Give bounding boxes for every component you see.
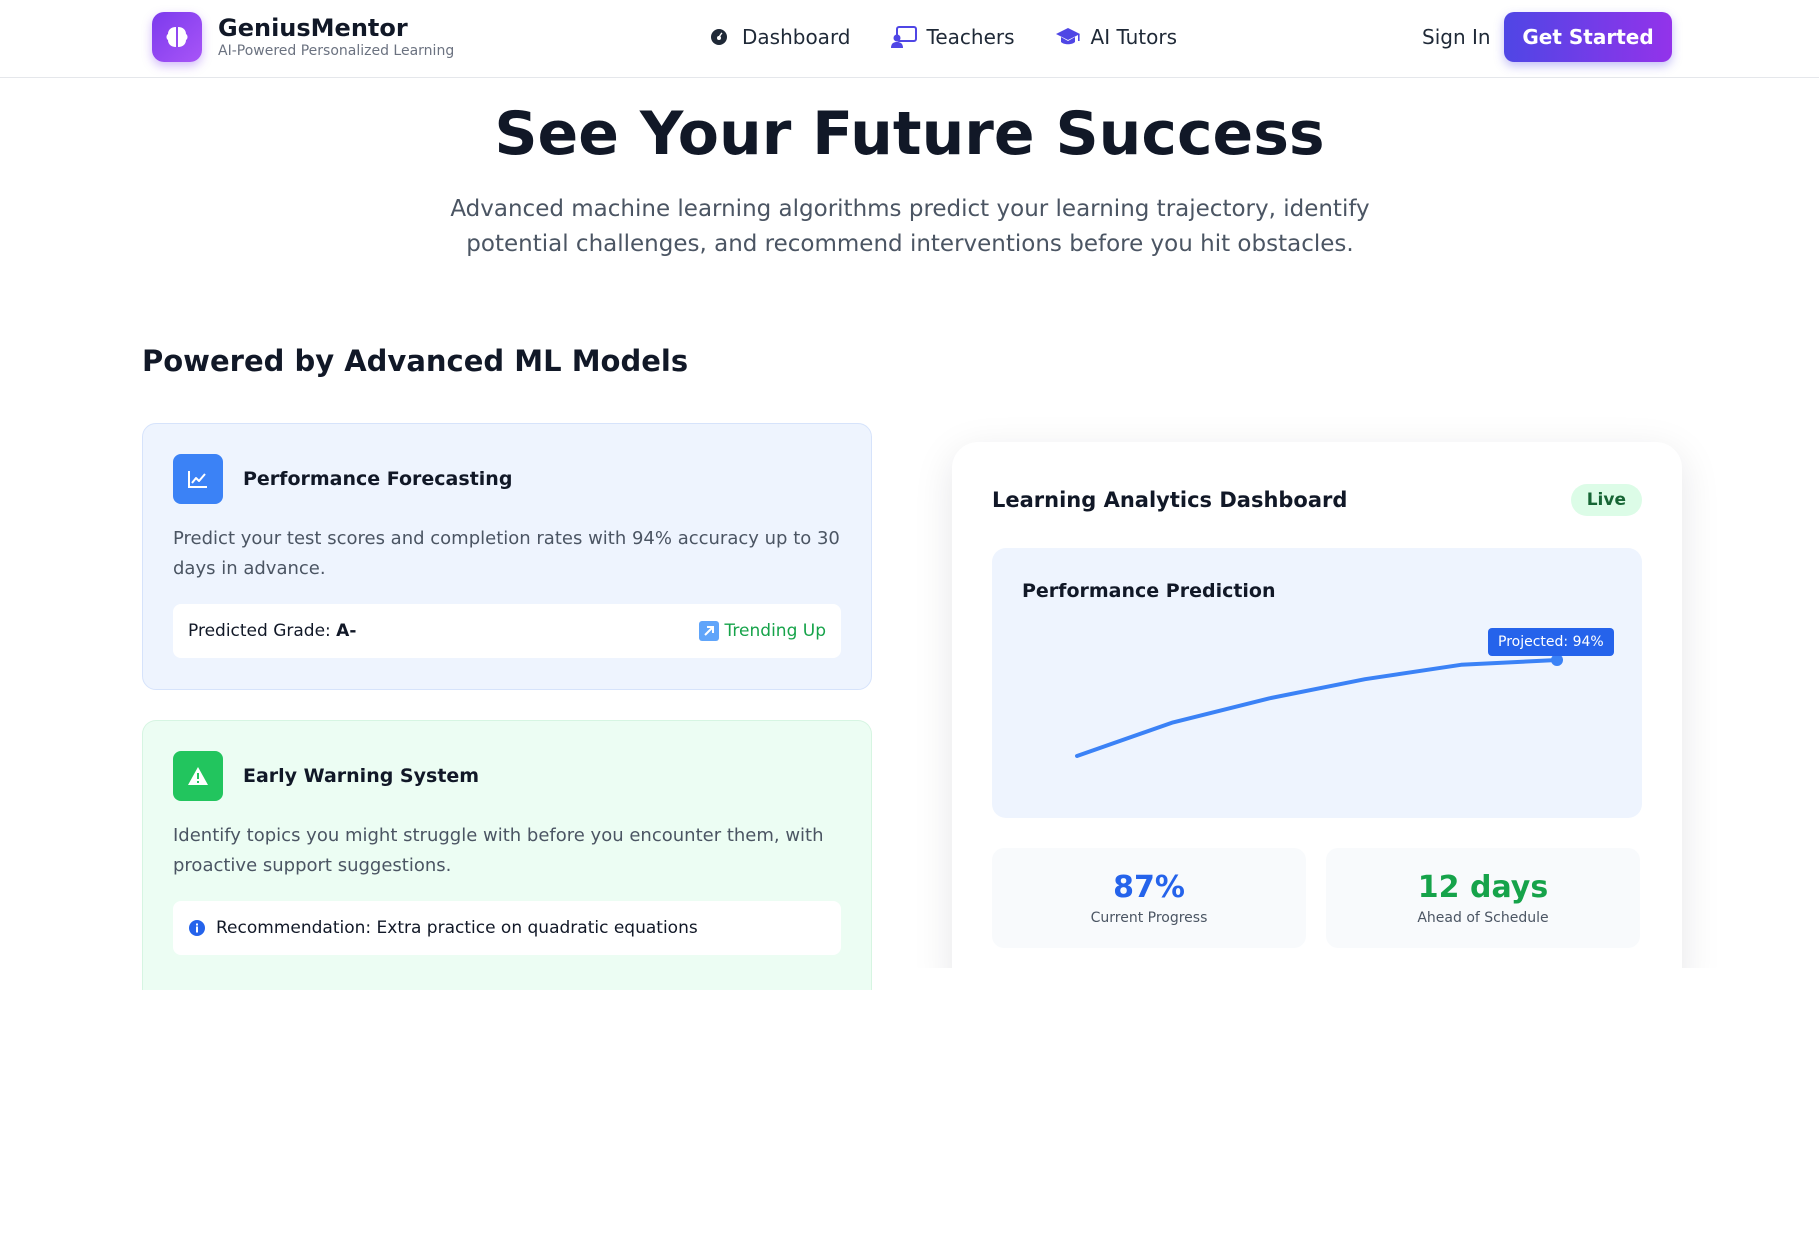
dashboard-gauge-icon <box>706 24 732 50</box>
predicted-grade-label: Predicted Grade: <box>188 621 337 641</box>
info-icon <box>188 919 206 937</box>
brand-tagline: AI-Powered Personalized Learning <box>218 43 455 59</box>
nav-ai-tutors-label: AI Tutors <box>1090 25 1178 49</box>
stat-value: 12 days <box>1417 870 1549 905</box>
stat-label: Current Progress <box>1090 910 1208 926</box>
stat-value: 87% <box>1113 870 1185 905</box>
graduation-cap-icon <box>1055 24 1081 50</box>
nav-dashboard-label: Dashboard <box>742 25 851 49</box>
predicted-grade: Predicted Grade: A- <box>188 621 356 641</box>
feature-card-early-warning: Early Warning System Identify topics you… <box>142 720 872 990</box>
feature-title: Early Warning System <box>243 765 480 787</box>
nav-teachers-label: Teachers <box>926 25 1015 49</box>
projection-label: Projected: 94% <box>1488 628 1614 656</box>
live-badge: Live <box>1570 484 1642 516</box>
recommendation-text: Recommendation: Extra practice on quadra… <box>216 918 698 938</box>
feature-title: Performance Forecasting <box>243 468 513 490</box>
nav-teachers[interactable]: Teachers <box>890 22 1015 52</box>
page-fold <box>900 968 1760 1068</box>
trend-label: Trending Up <box>724 621 826 641</box>
line-chart-icon <box>173 454 223 504</box>
arrow-up-right-icon <box>698 621 719 641</box>
main-nav: Dashboard Teachers AI Tutors <box>706 22 1217 52</box>
recommendation-box: Recommendation: Extra practice on quadra… <box>173 901 841 955</box>
warning-triangle-icon <box>173 751 223 801</box>
brand-name: GeniusMentor <box>218 14 408 42</box>
dashboard-title: Learning Analytics Dashboard <box>992 488 1348 512</box>
hero-subtitle: Advanced machine learning algorithms pre… <box>450 196 1370 257</box>
feature-card-performance-forecasting: Performance Forecasting Predict your tes… <box>142 423 872 690</box>
brand[interactable]: GeniusMentor AI-Powered Personalized Lea… <box>152 12 454 62</box>
nav-dashboard[interactable]: Dashboard <box>706 22 851 52</box>
predicted-grade-box: Predicted Grade: A- Trending Up <box>173 604 841 658</box>
prediction-series-line <box>1075 658 1559 758</box>
predicted-grade-value: A- <box>336 621 357 641</box>
analytics-dashboard-card: Learning Analytics Dashboard Live Perfor… <box>952 442 1682 1002</box>
top-navbar: GeniusMentor AI-Powered Personalized Lea… <box>0 0 1819 78</box>
hero-title: See Your Future Success <box>494 99 1325 169</box>
brain-icon <box>152 12 202 62</box>
chart-svg <box>1075 654 1563 758</box>
feature-description: Identify topics you might struggle with … <box>173 825 824 876</box>
stat-current-progress: 87% Current Progress <box>992 848 1306 948</box>
get-started-button[interactable]: Get Started <box>1504 12 1672 62</box>
teacher-icon <box>890 24 917 50</box>
section-title: Powered by Advanced ML Models <box>142 344 689 378</box>
nav-ai-tutors[interactable]: AI Tutors <box>1055 22 1178 52</box>
sign-in-link[interactable]: Sign In <box>1422 24 1491 50</box>
feature-description: Predict your test scores and completion … <box>173 528 840 579</box>
stat-ahead-of-schedule: 12 days Ahead of Schedule <box>1326 848 1640 948</box>
stat-label: Ahead of Schedule <box>1417 910 1549 926</box>
performance-prediction-chart: Performance Prediction Projected: 94% <box>992 548 1642 818</box>
trend-indicator: Trending Up <box>698 621 826 641</box>
